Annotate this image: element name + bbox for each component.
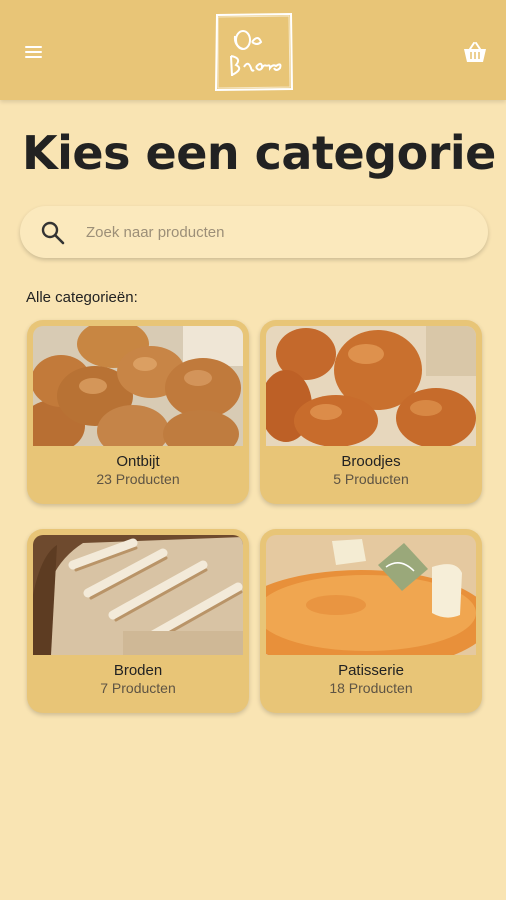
category-count: 23 Producten [96,471,180,487]
category-card-broden[interactable]: Broden 7 Producten [27,529,249,713]
category-card-ontbijt[interactable]: Ontbijt 23 Producten [27,320,249,504]
category-image [266,326,476,446]
category-name: Broden [113,662,163,679]
basket-icon[interactable] [463,42,487,64]
category-image [33,535,243,655]
category-name: Ontbijt [116,453,160,470]
category-count: 5 Producten [333,471,409,487]
app-bar [0,0,506,100]
category-image [266,535,476,655]
category-count: 7 Producten [100,680,176,696]
category-name: Broodjes [341,453,401,470]
category-image [33,326,243,446]
search-input[interactable] [86,218,466,246]
search-icon[interactable] [40,220,66,246]
page-title: Kies een categorie [22,126,496,180]
menu-icon[interactable] [22,40,46,64]
category-name: Patisserie [338,662,404,679]
category-count: 18 Producten [329,680,413,696]
category-card-patisserie[interactable]: Patisserie 18 Producten [260,529,482,713]
category-card-broodjes[interactable]: Broodjes 5 Producten [260,320,482,504]
categories-label: Alle categorieën: [26,289,138,306]
logo [214,12,294,92]
